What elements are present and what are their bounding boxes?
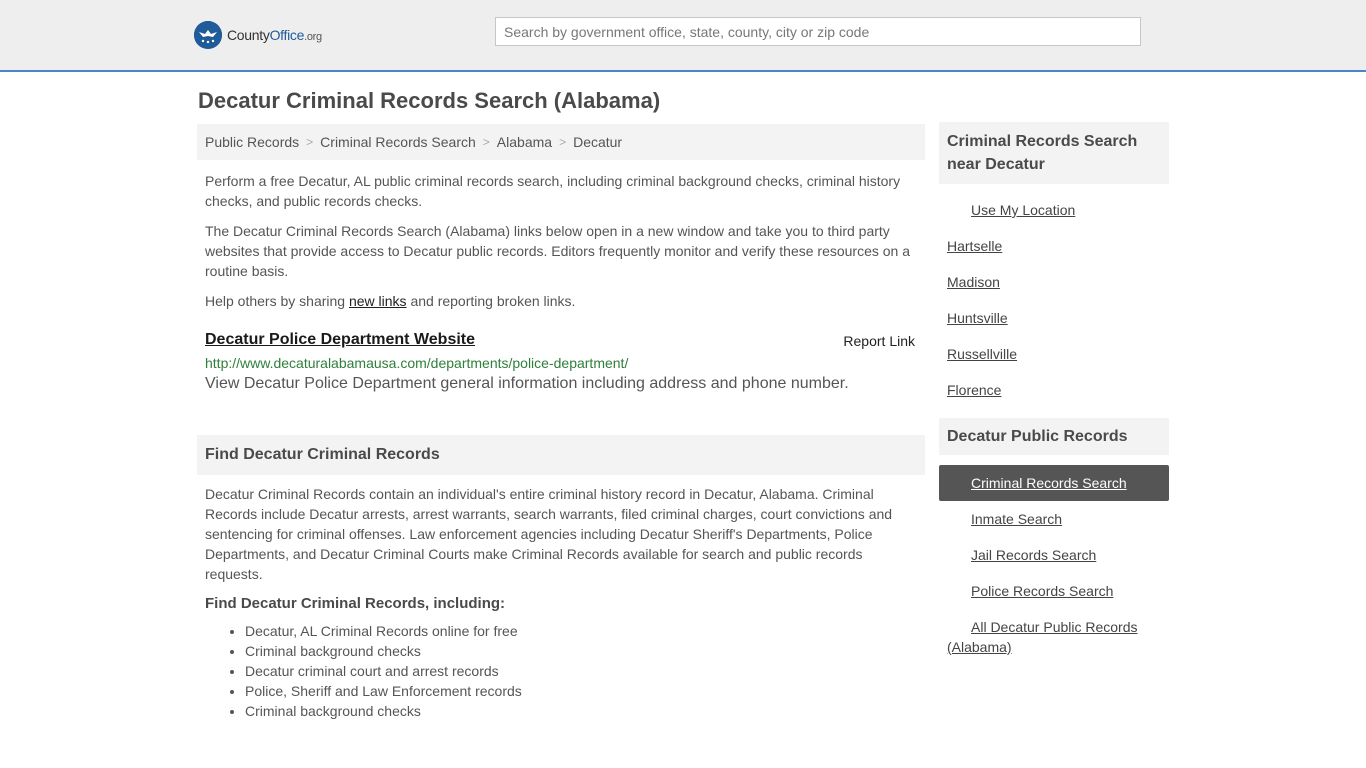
- sidebar-item-use-location: Use My Location: [939, 192, 1169, 228]
- records-link[interactable]: Inmate Search: [971, 511, 1062, 527]
- nearby-link[interactable]: Russellville: [947, 346, 1017, 362]
- list-item: Police, Sheriff and Law Enforcement reco…: [245, 681, 925, 701]
- site-header: CountyOffice.org: [0, 0, 1366, 72]
- find-records-body: Decatur Criminal Records contain an indi…: [205, 486, 893, 582]
- main-content: Public Records > Criminal Records Search…: [197, 124, 925, 721]
- site-logo[interactable]: CountyOffice.org: [194, 20, 322, 50]
- search-input[interactable]: [495, 17, 1141, 46]
- records-link[interactable]: Police Records Search: [971, 583, 1113, 599]
- breadcrumb-separator-icon: >: [306, 135, 314, 149]
- use-location-link[interactable]: Use My Location: [971, 202, 1075, 218]
- eagle-seal-icon: [194, 21, 222, 49]
- sidebar-item-inmate-search: Inmate Search: [939, 501, 1169, 537]
- result-description: View Decatur Police Department general i…: [205, 375, 849, 392]
- result-title-link[interactable]: Decatur Police Department Website: [205, 331, 475, 349]
- result-item: Decatur Police Department Website Report…: [197, 331, 925, 393]
- breadcrumb-separator-icon: >: [559, 135, 567, 149]
- list-item: Decatur criminal court and arrest record…: [245, 661, 925, 681]
- sidebar-item-jail-records: Jail Records Search: [939, 537, 1169, 573]
- sidebar-item-huntsville: Huntsville: [939, 300, 1169, 336]
- find-records-list: Decatur, AL Criminal Records online for …: [197, 621, 925, 721]
- sidebar-item-florence: Florence: [939, 372, 1169, 408]
- nearby-heading: Criminal Records Search near Decatur: [939, 122, 1169, 184]
- intro-paragraph: Perform a free Decatur, AL public crimin…: [205, 173, 901, 209]
- find-records-subheading: Find Decatur Criminal Records, including…: [205, 595, 506, 612]
- result-url: http://www.decaturalabamausa.com/departm…: [205, 355, 629, 371]
- new-links-link[interactable]: new links: [349, 293, 407, 309]
- page-title: Decatur Criminal Records Search (Alabama…: [198, 88, 661, 113]
- share-paragraph: Help others by sharing new links and rep…: [197, 291, 925, 311]
- share-text-after: and reporting broken links.: [406, 293, 576, 309]
- nearby-link[interactable]: Huntsville: [947, 310, 1008, 326]
- sidebar-item-police-records: Police Records Search: [939, 573, 1169, 609]
- records-link[interactable]: Criminal Records Search: [971, 475, 1127, 491]
- list-item: Criminal background checks: [245, 641, 925, 661]
- sidebar-item-hartselle: Hartselle: [939, 228, 1169, 264]
- sidebar-item-russellville: Russellville: [939, 336, 1169, 372]
- disclaimer-paragraph: The Decatur Criminal Records Search (Ala…: [205, 223, 911, 279]
- breadcrumb-public-records[interactable]: Public Records: [205, 134, 299, 150]
- public-records-heading: Decatur Public Records: [939, 418, 1169, 455]
- breadcrumb: Public Records > Criminal Records Search…: [197, 124, 925, 160]
- list-item: Decatur, AL Criminal Records online for …: [245, 621, 925, 641]
- nearby-list: Use My Location Hartselle Madison Huntsv…: [939, 192, 1169, 408]
- report-link-button[interactable]: Report Link: [843, 333, 915, 349]
- sidebar-item-all-records: All Decatur Public Records (Alabama): [939, 609, 1169, 657]
- breadcrumb-criminal-records[interactable]: Criminal Records Search: [320, 134, 476, 150]
- nearby-link[interactable]: Florence: [947, 382, 1001, 398]
- breadcrumb-decatur: Decatur: [573, 134, 623, 150]
- sidebar-item-madison: Madison: [939, 264, 1169, 300]
- public-records-list: Criminal Records Search Inmate Search Ja…: [939, 465, 1169, 657]
- nearby-link[interactable]: Hartselle: [947, 238, 1002, 254]
- sidebar-item-criminal-records: Criminal Records Search: [939, 465, 1169, 501]
- breadcrumb-separator-icon: >: [482, 135, 490, 149]
- sidebar: Criminal Records Search near Decatur Use…: [939, 122, 1169, 657]
- nearby-link[interactable]: Madison: [947, 274, 1000, 290]
- all-records-label: All Decatur Public Records (Alabama): [947, 619, 1138, 655]
- find-records-heading: Find Decatur Criminal Records: [197, 435, 925, 475]
- breadcrumb-alabama[interactable]: Alabama: [497, 134, 552, 150]
- records-link[interactable]: Jail Records Search: [971, 547, 1096, 563]
- logo-text: CountyOffice.org: [227, 27, 322, 43]
- list-item: Criminal background checks: [245, 701, 925, 721]
- all-records-link[interactable]: All Decatur Public Records (Alabama): [947, 619, 1138, 655]
- share-text-before: Help others by sharing: [205, 293, 349, 309]
